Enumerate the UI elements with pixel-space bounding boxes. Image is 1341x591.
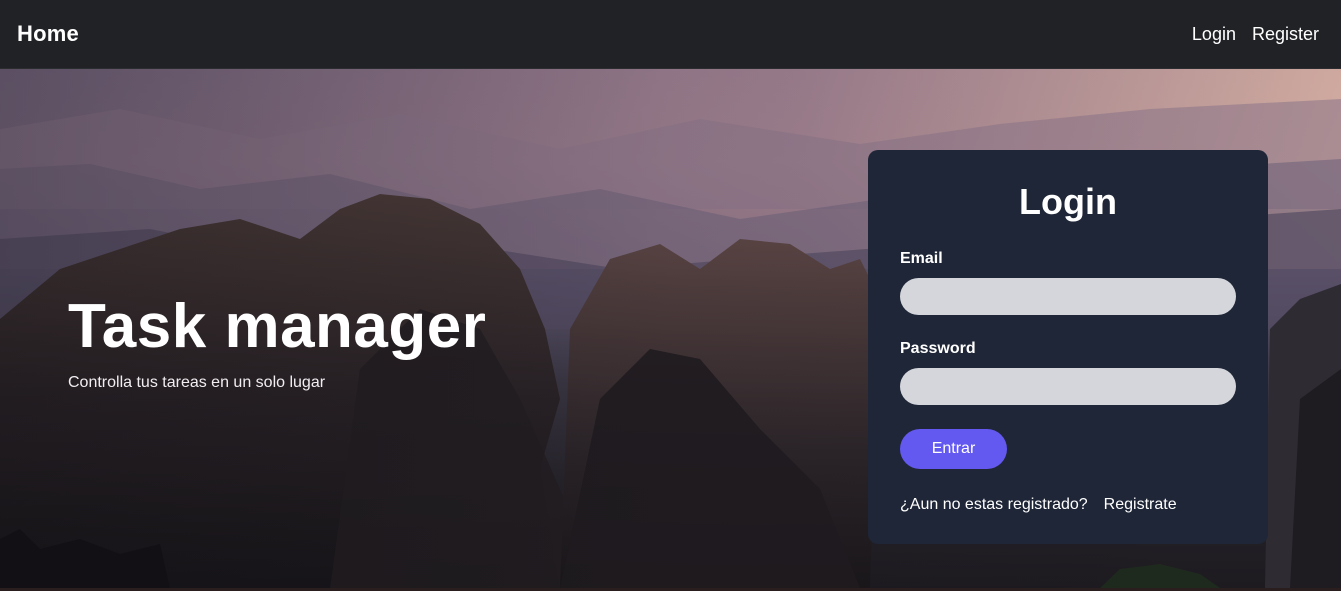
hero-title: Task manager — [68, 292, 487, 361]
nav-links: Login Register — [1192, 24, 1319, 45]
hero-subtitle: Controlla tus tareas en un solo lugar — [68, 374, 326, 391]
register-row: ¿Aun no estas registrado? Registrate — [900, 496, 1236, 514]
hero-text-block: Task manager Controlla tus tareas en un … — [68, 290, 486, 392]
home-link[interactable]: Home — [17, 21, 79, 47]
password-field[interactable] — [900, 368, 1236, 405]
register-link[interactable]: Registrate — [1104, 496, 1177, 514]
top-navbar: Home Login Register — [0, 0, 1341, 69]
submit-button[interactable]: Entrar — [900, 429, 1007, 469]
login-card: Login Email Password Entrar ¿Aun no esta… — [868, 150, 1268, 544]
login-title: Login — [1019, 181, 1117, 222]
register-prompt: ¿Aun no estas registrado? — [900, 496, 1088, 513]
nav-login-link[interactable]: Login — [1192, 24, 1236, 45]
password-label: Password — [900, 340, 976, 357]
email-field[interactable] — [900, 278, 1236, 315]
nav-register-link[interactable]: Register — [1252, 24, 1319, 45]
email-label: Email — [900, 250, 943, 267]
